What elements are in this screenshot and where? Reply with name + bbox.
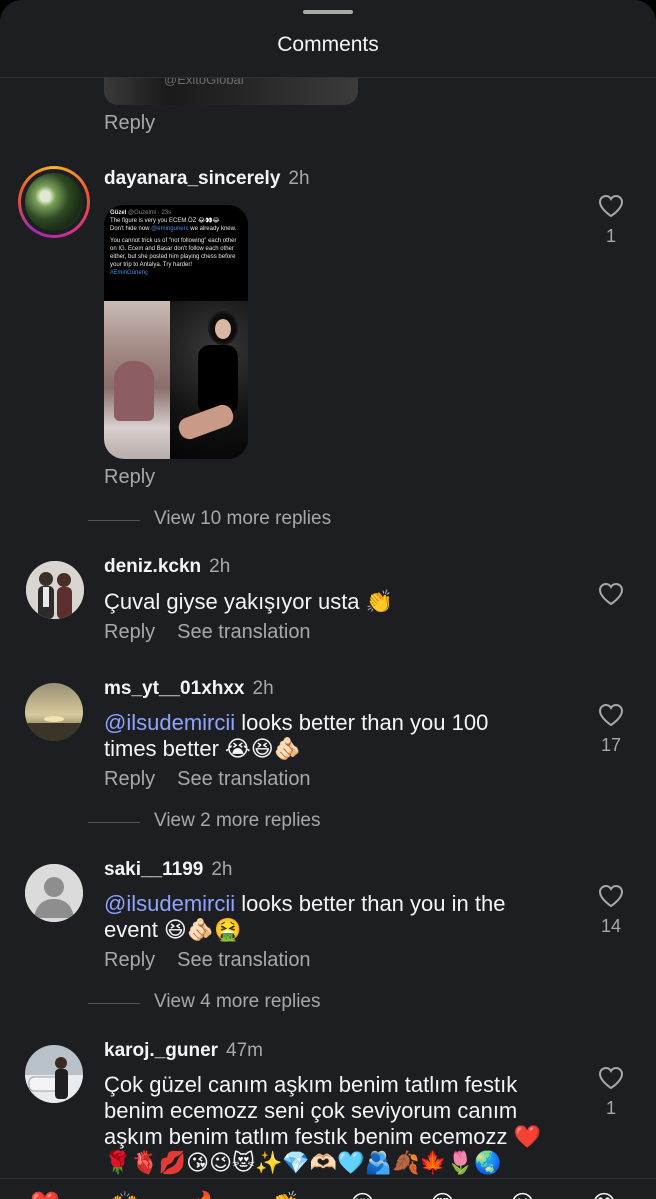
emoji-laughing[interactable]: 😂 <box>590 1193 618 1199</box>
comment-username[interactable]: deniz.kckn 2h <box>104 556 230 578</box>
comment-username[interactable]: saki__1199 2h <box>104 859 232 881</box>
emoji-crying[interactable]: 😢 <box>350 1193 375 1199</box>
see-translation-button[interactable]: See translation <box>177 621 310 643</box>
comment-username[interactable]: karoj._guner 47m <box>104 1040 263 1062</box>
heart-icon[interactable] <box>598 194 624 218</box>
attached-tweet: Güzel @Guzelmi · 23s The figure is very … <box>104 205 248 301</box>
avatar[interactable] <box>26 561 84 619</box>
comment-username[interactable]: dayanara_sincerely 2h <box>104 168 310 190</box>
see-translation-button[interactable]: See translation <box>177 949 310 971</box>
comment-text: Çok güzel canım aşkım benim tatlım festı… <box>104 1072 541 1175</box>
reply-button[interactable]: Reply <box>104 949 155 971</box>
sheet-title: Comments <box>277 33 379 56</box>
comment-text: Çuval giyse yakışıyor usta 👏 <box>104 589 394 614</box>
avatar <box>25 173 83 231</box>
reply-button[interactable]: Reply <box>104 768 155 790</box>
previous-comment-image[interactable]: @ExitoGlobal <box>104 78 358 105</box>
photo-left <box>104 301 170 459</box>
comment-actions: Reply See translation <box>104 949 333 972</box>
see-translation-button[interactable]: See translation <box>177 768 310 790</box>
comment-time: 47m <box>226 1040 264 1061</box>
previous-image-caption: @ExitoGlobal <box>164 78 244 87</box>
photo-right <box>170 301 248 459</box>
comments-sheet: Comments @ExitoGlobal Reply dayanara_sin… <box>0 0 656 1199</box>
reply-button[interactable]: Reply <box>104 466 155 489</box>
default-avatar-icon[interactable] <box>25 864 83 922</box>
like-count: 17 <box>600 735 622 755</box>
mention-link[interactable]: @ilsudemircii <box>104 891 235 916</box>
comment-time: 2h <box>288 168 310 189</box>
comment-text: @ilsudemircii looks better than you 100 … <box>104 710 489 761</box>
comment-actions: Reply See translation <box>104 621 333 644</box>
previous-reply-button[interactable]: Reply <box>104 112 155 135</box>
emoji-heart[interactable]: ❤️ <box>30 1193 60 1199</box>
heart-icon[interactable] <box>598 582 624 606</box>
heart-icon[interactable] <box>598 884 624 908</box>
avatar[interactable] <box>25 1045 83 1103</box>
comment-time: 2h <box>252 678 274 699</box>
comment-time: 2h <box>209 556 231 577</box>
avatar-story-ring[interactable] <box>18 166 90 238</box>
comment-time: 2h <box>211 859 233 880</box>
comment-attachment-image[interactable]: Güzel @Guzelmi · 23s The figure is very … <box>104 205 248 459</box>
emoji-raising-hands[interactable]: 🙌 <box>110 1193 140 1199</box>
comment-username[interactable]: ms_yt__01xhxx 2h <box>104 678 274 700</box>
emoji-surprised[interactable]: 😮 <box>510 1193 535 1199</box>
drag-handle[interactable] <box>303 10 353 14</box>
emoji-clap[interactable]: 👏 <box>270 1193 300 1199</box>
heart-icon[interactable] <box>598 703 624 727</box>
emoji-heart-eyes[interactable]: 😍 <box>430 1193 455 1199</box>
avatar[interactable] <box>25 683 83 741</box>
comment-text: @ilsudemircii looks better than you in t… <box>104 891 506 942</box>
heart-icon[interactable] <box>598 1066 624 1090</box>
reply-button[interactable]: Reply <box>104 621 155 643</box>
like-count: 14 <box>600 916 622 936</box>
emoji-fire[interactable]: 🔥 <box>190 1193 220 1199</box>
comment-actions: Reply See translation <box>104 768 333 791</box>
emoji-reaction-bar: ❤️ 🙌 🔥 👏 😢 😍 😮 😂 <box>0 1178 656 1199</box>
like-count: 1 <box>605 1098 616 1118</box>
like-count: 1 <box>605 226 616 246</box>
mention-link[interactable]: @ilsudemircii <box>104 710 235 735</box>
